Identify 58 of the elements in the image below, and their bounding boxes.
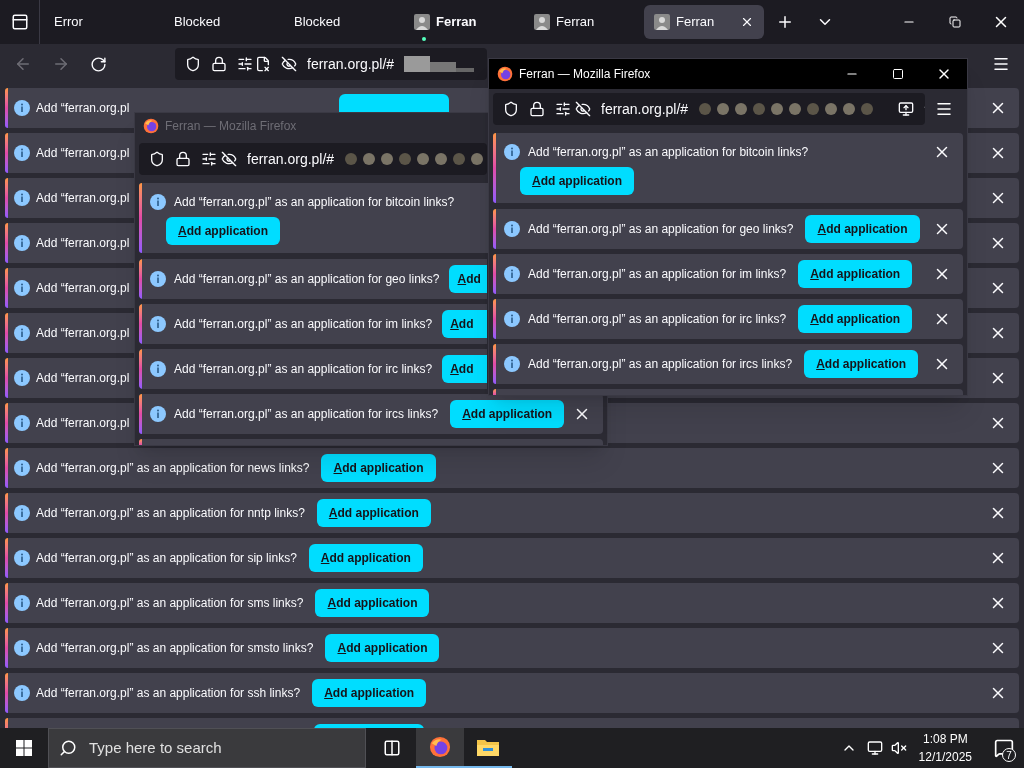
- add-application-button[interactable]: Add application: [798, 305, 913, 333]
- browser-tab[interactable]: Ferran: [524, 5, 644, 39]
- notification-message: Add “ferran.org.pl: [36, 235, 130, 252]
- notification-message: Add “ferran.org.pl: [36, 145, 130, 162]
- notification-message: Add “ferran.org.pl: [36, 370, 130, 387]
- notification-message: Add “ferran.org.pl” as an application for ircs links?: [528, 356, 793, 373]
- browser-tab[interactable]: Error: [44, 5, 164, 39]
- notification-message: Add “ferran.org.pl: [36, 190, 130, 207]
- notification-message: Add “ferran.org.pl” as an application for nntp links?: [36, 505, 305, 522]
- notification-message: Add “ferran.org.pl” as an application for geo links?: [528, 221, 794, 238]
- notification-message: Add “ferran.org.pl” as an application for irc links?: [528, 311, 787, 328]
- add-application-button[interactable]: Add application: [520, 167, 634, 195]
- notification-message: Add “ferran.org.pl” as an application for im links?: [528, 266, 787, 283]
- window-title: Ferran — Mozilla Firefox: [519, 66, 651, 83]
- add-application-button[interactable]: Add: [442, 355, 487, 383]
- add-application-button[interactable]: Add application: [450, 400, 565, 428]
- notification-message: Add “ferran.org.pl” as an application for geo links?: [174, 271, 440, 288]
- notification-count: 7: [1002, 748, 1016, 762]
- url-text: ferran.org.pl/#: [307, 54, 395, 74]
- add-application-button[interactable]: Add application: [798, 260, 913, 288]
- add-application-button[interactable]: Add: [442, 310, 487, 338]
- address-bar[interactable]: ferran.org.pl/#: [139, 143, 487, 175]
- add-application-button[interactable]: Add application: [325, 634, 440, 662]
- address-bar[interactable]: ferran.org.pl/#: [493, 93, 925, 125]
- notification-message: Add “ferran.org.pl” as an application for sip links?: [36, 550, 297, 567]
- add-application-button[interactable]: Add application: [315, 589, 430, 617]
- notification-message: Add “ferran.org.pl: [36, 100, 130, 117]
- notification-message: Add “ferran.org.pl” as an application for bitcoin links?: [528, 144, 809, 161]
- add-application-button[interactable]: Add application: [321, 454, 436, 482]
- notification-message: Add “ferran.org.pl” as an application for ssh links?: [36, 685, 301, 702]
- notification-message: Add “ferran.org.pl” as an application for bitcoin links?: [174, 194, 455, 211]
- notification-message: Add “ferran.org.pl” as an application for im links?: [174, 316, 433, 333]
- notification-message: Add “ferran.org.pl” as an application for irc links?: [174, 361, 433, 378]
- notification-message: Add “ferran.org.pl: [36, 415, 130, 432]
- url-text: ferran.org.pl/#: [247, 149, 335, 169]
- add-application-button[interactable]: Add application: [312, 679, 427, 707]
- url-text: ferran.org.pl/#: [601, 99, 689, 119]
- notification-message: Add “ferran.org.pl: [36, 280, 130, 297]
- clock-date[interactable]: 12/1/2025: [918, 748, 972, 766]
- add-application-button[interactable]: Add: [449, 265, 487, 293]
- add-application-button[interactable]: Add application: [804, 350, 919, 378]
- notification-message: Add “ferran.org.pl” as an application for news links?: [36, 460, 310, 477]
- add-application-button[interactable]: Add application: [308, 544, 423, 572]
- notification-message: Add “ferran.org.pl” as an application for ircs links?: [174, 406, 439, 423]
- address-bar[interactable]: ferran.org.pl/#: [175, 48, 487, 80]
- browser-tab[interactable]: Blocked: [284, 5, 404, 39]
- browser-tab[interactable]: Ferran: [644, 5, 764, 39]
- browser-tab[interactable]: Ferran: [404, 5, 524, 39]
- notification-message: Add “ferran.org.pl: [36, 325, 130, 342]
- add-application-button[interactable]: Add application: [316, 499, 431, 527]
- clock-time[interactable]: 1:08 PM: [922, 730, 968, 748]
- add-application-button[interactable]: Add application: [166, 217, 280, 245]
- add-application-button[interactable]: Add application: [805, 215, 920, 243]
- taskbar-search-field[interactable]: Type here to search: [48, 728, 366, 768]
- browser-tab[interactable]: Blocked: [164, 5, 284, 39]
- window-title: Ferran — Mozilla Firefox: [165, 118, 297, 135]
- notification-message: Add “ferran.org.pl” as an application for smsto links?: [36, 640, 314, 657]
- notification-message: Add “ferran.org.pl” as an application for sms links?: [36, 595, 304, 612]
